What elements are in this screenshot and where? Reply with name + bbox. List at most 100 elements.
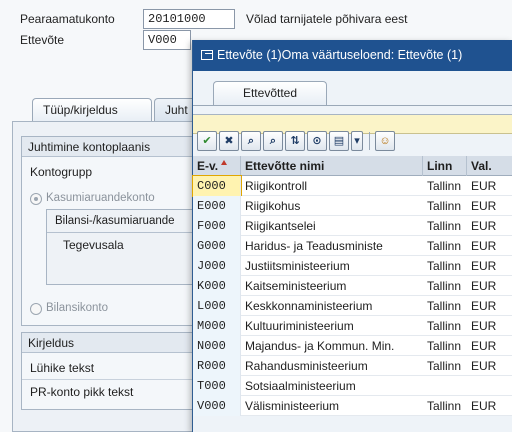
tabstrip-baseline xyxy=(193,105,512,106)
company-label: Ettevõte xyxy=(20,33,65,47)
company-code-cell[interactable]: N000 xyxy=(193,336,241,356)
currency-cell[interactable]: EUR xyxy=(467,176,512,196)
table-row[interactable]: K000 Kaitseministeerium Tallinn EUR xyxy=(193,276,512,296)
currency-cell[interactable]: EUR xyxy=(467,296,512,316)
tab-type-description[interactable]: Tüüp/kirjeldus xyxy=(32,98,152,122)
company-name-cell[interactable]: Rahandusministeerium xyxy=(241,356,423,376)
person-icon[interactable]: ☺ xyxy=(375,131,395,151)
dropdown-icon[interactable]: ▾ xyxy=(351,131,363,151)
table-row[interactable]: J000 Justiitsministeerium Tallinn EUR xyxy=(193,256,512,276)
city-cell[interactable]: Tallinn xyxy=(423,296,467,316)
company-code-cell[interactable]: F000 xyxy=(193,216,241,236)
pl-group-title: Bilansi-/kasumiaruande xyxy=(55,215,175,227)
currency-cell[interactable]: EUR xyxy=(467,276,512,296)
currency-cell[interactable]: EUR xyxy=(467,236,512,256)
pl-group-box: Bilansi-/kasumiaruande Tegevusala xyxy=(46,209,200,285)
city-cell[interactable]: Tallinn xyxy=(423,356,467,376)
description-group: Kirjeldus Lühike tekst PR-konto pikk tek… xyxy=(21,332,201,410)
table-row[interactable]: N000 Majandus- ja Kommun. Min. Tallinn EUR xyxy=(193,336,512,356)
city-cell[interactable]: Tallinn xyxy=(423,216,467,236)
cancel-icon[interactable]: ✖ xyxy=(219,131,239,151)
currency-cell[interactable]: EUR xyxy=(467,256,512,276)
company-code-cell[interactable]: L000 xyxy=(193,296,241,316)
toolbar-separator xyxy=(369,132,370,150)
table-row[interactable]: C000 Riigikontroll Tallinn EUR xyxy=(192,175,512,197)
dialog-title: Ettevõte (1)Oma väärtuseloend: Ettevõte … xyxy=(217,48,463,62)
column-header-currency[interactable]: Val. xyxy=(467,156,512,176)
company-code-cell[interactable]: J000 xyxy=(193,256,241,276)
table-row[interactable]: E000 Riigikohus Tallinn EUR xyxy=(193,196,512,216)
city-cell[interactable]: Tallinn xyxy=(423,316,467,336)
table-row[interactable]: M000 Kultuuriministeerium Tallinn EUR xyxy=(193,316,512,336)
table-row[interactable]: V000 Välisministeerium Tallinn EUR xyxy=(193,396,512,416)
column-header-code[interactable]: E-v. xyxy=(193,156,241,176)
city-cell[interactable]: Tallinn xyxy=(423,256,467,276)
city-cell[interactable]: Tallinn xyxy=(423,196,467,216)
tab-companies[interactable]: Ettevõtted xyxy=(213,81,327,105)
company-name-cell[interactable]: Riigikantselei xyxy=(241,216,423,236)
print-icon[interactable]: ▤ xyxy=(329,131,349,151)
table-row[interactable]: G000 Haridus- ja Teadusministe Tallinn EUR xyxy=(193,236,512,256)
income-statement-label: Kasumiaruandekonto xyxy=(46,192,155,204)
company-name-cell[interactable]: Kultuuriministeerium xyxy=(241,316,423,336)
currency-cell[interactable]: EUR xyxy=(467,196,512,216)
table-row[interactable]: F000 Riigikantselei Tallinn EUR xyxy=(193,216,512,236)
balance-sheet-label: Bilansikonto xyxy=(46,302,109,314)
company-name-cell[interactable]: Riigikontroll xyxy=(241,176,423,196)
city-cell[interactable] xyxy=(423,376,467,396)
dialog-titlebar[interactable]: Ettevõte (1)Oma väärtuseloend: Ettevõte … xyxy=(193,40,512,71)
currency-cell[interactable]: EUR xyxy=(467,316,512,336)
company-code-cell[interactable]: T000 xyxy=(193,376,241,396)
sort-icon[interactable]: ⇅ xyxy=(285,131,305,151)
control-group: Juhtimine kontoplaanis Kontogrupp Kasumi… xyxy=(21,136,201,326)
company-name-cell[interactable]: Sotsiaalministeerium xyxy=(241,376,423,396)
table-body: C000 Riigikontroll Tallinn EUR E000 Riigikohu… xyxy=(192,175,512,416)
gl-account-field[interactable]: 20101000 xyxy=(143,9,235,29)
currency-cell[interactable]: EUR xyxy=(467,396,512,416)
company-field[interactable]: V000 xyxy=(143,30,191,50)
find-next-icon[interactable]: ⌕ xyxy=(263,131,283,151)
column-header-city[interactable]: Linn xyxy=(423,156,467,176)
control-group-title: Juhtimine kontoplaanis xyxy=(22,137,200,157)
city-cell[interactable]: Tallinn xyxy=(423,336,467,356)
city-cell[interactable]: Tallinn xyxy=(423,276,467,296)
company-name-cell[interactable]: Justiitsministeerium xyxy=(241,256,423,276)
company-code-cell[interactable]: K000 xyxy=(193,276,241,296)
company-name-cell[interactable]: Kaitseministeerium xyxy=(241,276,423,296)
company-value-help-dialog: Ettevõte (1)Oma väärtuseloend: Ettevõte … xyxy=(192,40,512,432)
account-group-label: Kontogrupp xyxy=(30,165,93,179)
table-header: E-v. Ettevõtte nimi Linn Val. xyxy=(193,156,512,176)
find-icon[interactable]: ⌕ xyxy=(241,131,261,151)
filter-icon[interactable]: ⊙ xyxy=(307,131,327,151)
company-code-cell[interactable]: M000 xyxy=(193,316,241,336)
pl-divider xyxy=(47,232,199,233)
column-header-name[interactable]: Ettevõtte nimi xyxy=(241,156,423,176)
currency-cell[interactable] xyxy=(467,376,512,396)
balance-sheet-radio[interactable] xyxy=(30,303,42,315)
company-code-cell[interactable]: V000 xyxy=(193,396,241,416)
city-cell[interactable]: Tallinn xyxy=(423,396,467,416)
income-statement-radio[interactable] xyxy=(30,193,42,205)
company-code-cell[interactable]: G000 xyxy=(193,236,241,256)
city-cell[interactable]: Tallinn xyxy=(423,236,467,256)
company-code-cell[interactable]: E000 xyxy=(193,196,241,216)
table-row[interactable]: T000 Sotsiaalministeerium xyxy=(193,376,512,396)
short-text-label: Lühike tekst xyxy=(30,361,95,375)
currency-cell[interactable]: EUR xyxy=(467,336,512,356)
companies-table: E-v. Ettevõtte nimi Linn Val. C000 Riigik… xyxy=(192,156,512,416)
company-name-cell[interactable]: Majandus- ja Kommun. Min. xyxy=(241,336,423,356)
company-code-cell[interactable]: C000 xyxy=(192,175,242,197)
currency-cell[interactable]: EUR xyxy=(467,356,512,376)
check-icon[interactable]: ✔ xyxy=(197,131,217,151)
company-name-cell[interactable]: Haridus- ja Teadusministe xyxy=(241,236,423,256)
city-cell[interactable]: Tallinn xyxy=(423,176,467,196)
currency-cell[interactable]: EUR xyxy=(467,216,512,236)
company-name-cell[interactable]: Keskkonnaministeerium xyxy=(241,296,423,316)
company-name-cell[interactable]: Riigikohus xyxy=(241,196,423,216)
company-code-cell[interactable]: R000 xyxy=(193,356,241,376)
company-name-cell[interactable]: Välisministeerium xyxy=(241,396,423,416)
table-row[interactable]: R000 Rahandusministeerium Tallinn EUR xyxy=(193,356,512,376)
description-group-title: Kirjeldus xyxy=(22,333,200,353)
table-row[interactable]: L000 Keskkonnaministeerium Tallinn EUR xyxy=(193,296,512,316)
gl-account-label: Pearaamatukonto xyxy=(20,12,115,26)
